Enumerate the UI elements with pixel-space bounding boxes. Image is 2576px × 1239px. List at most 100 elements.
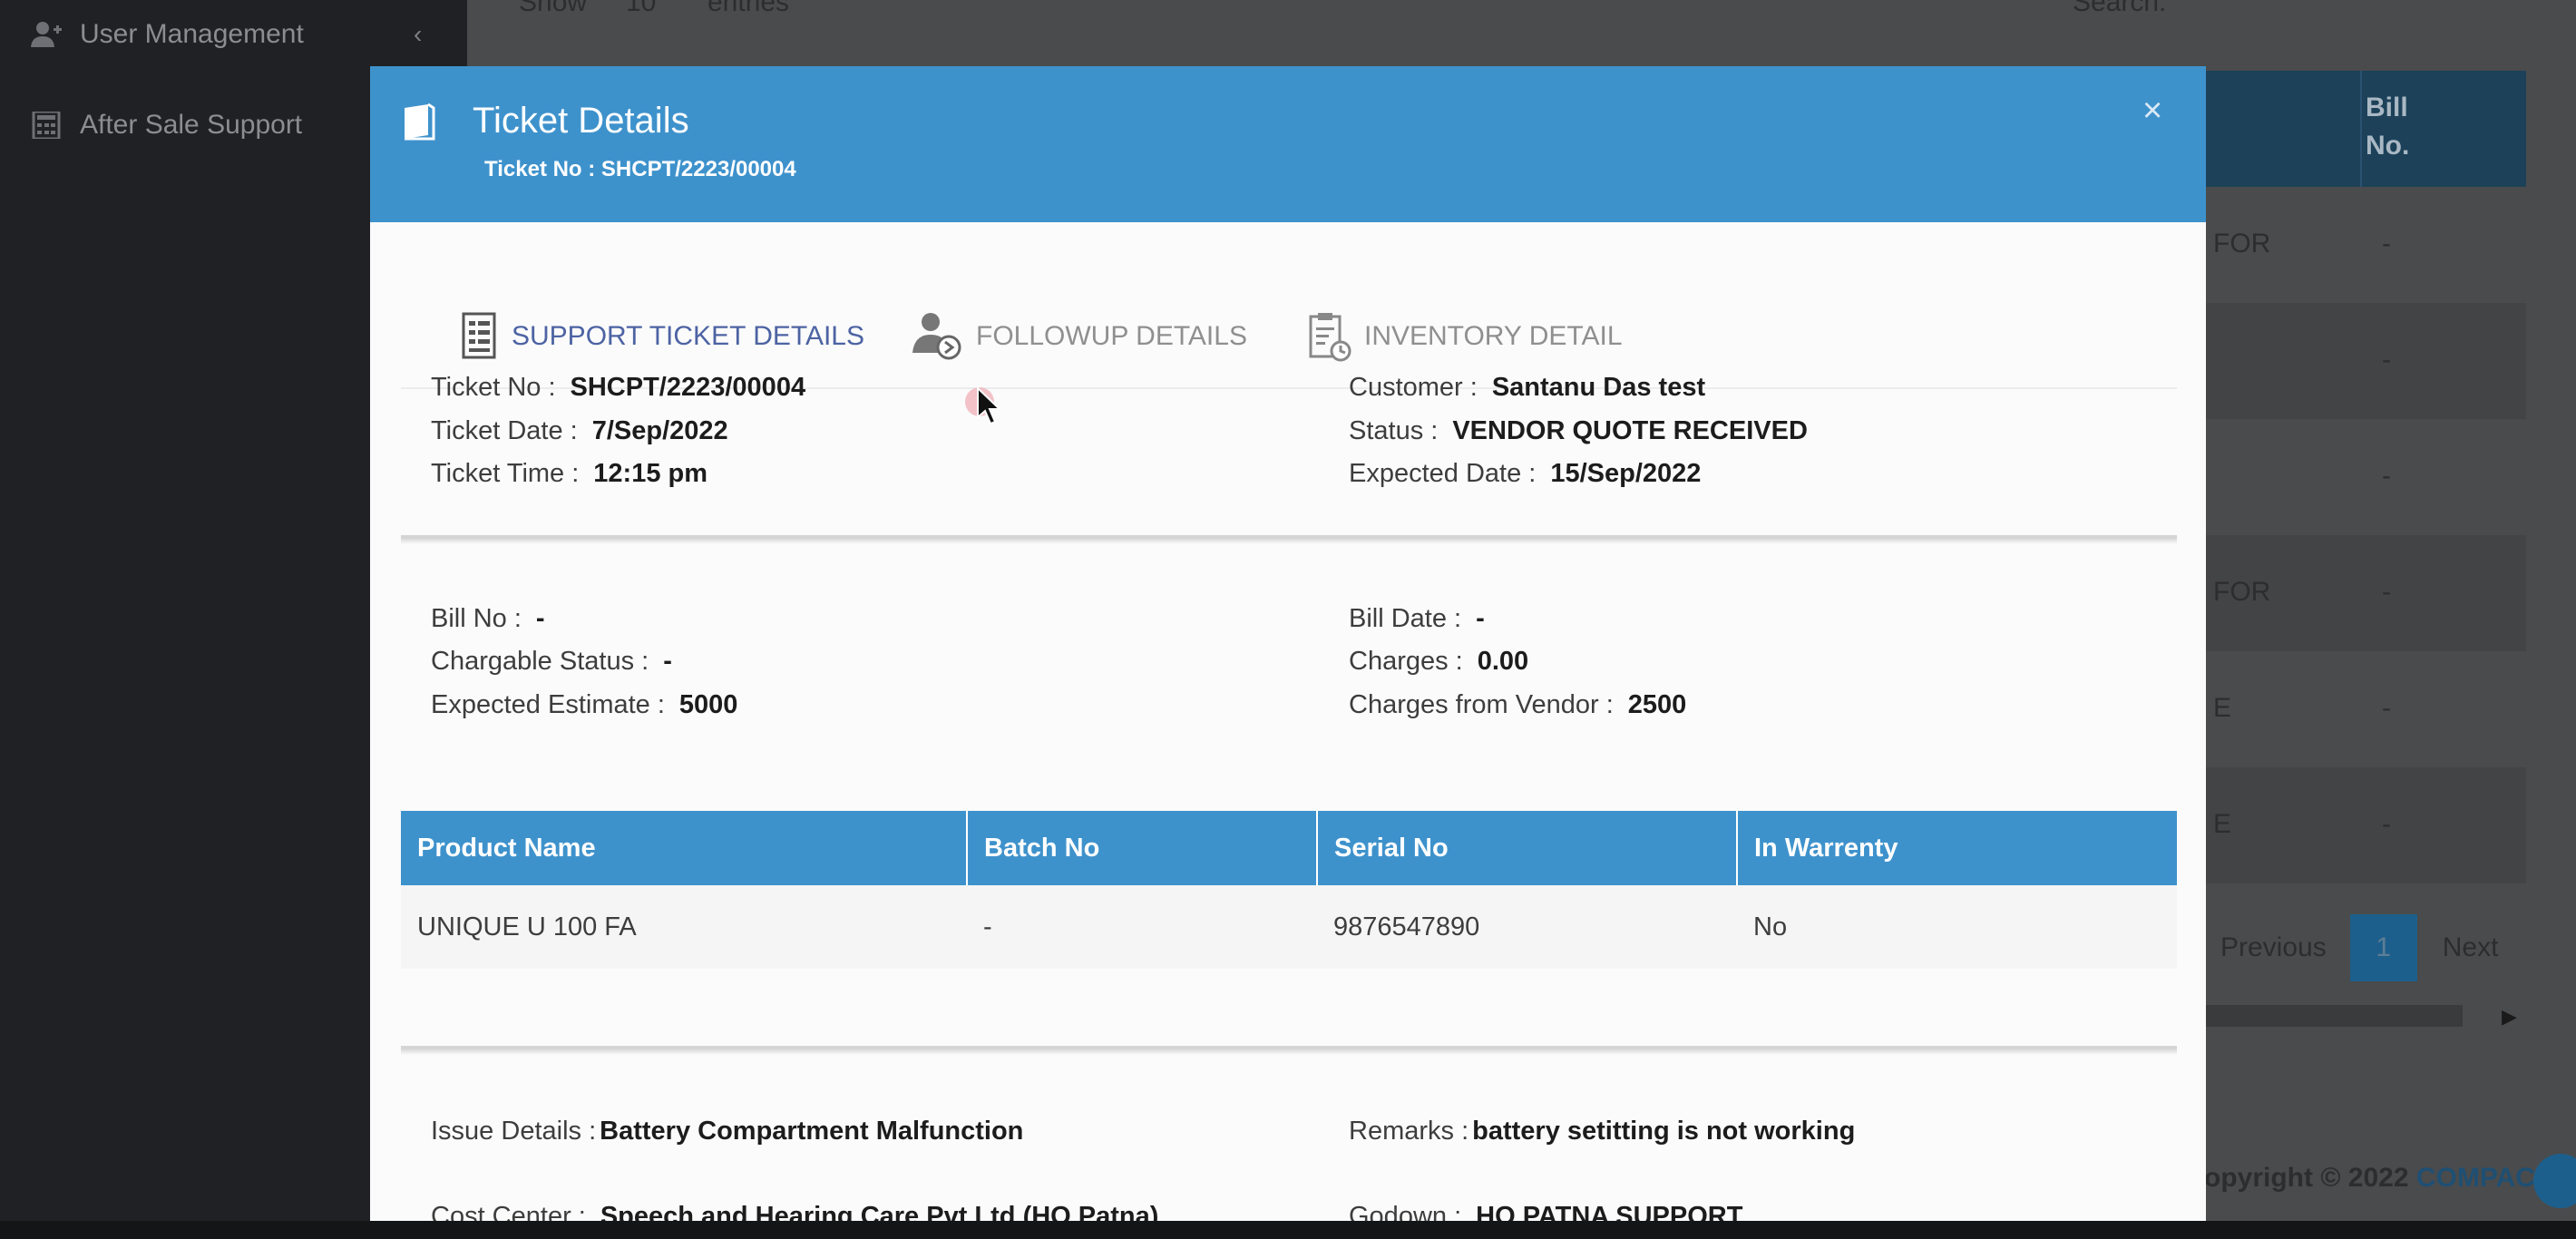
- table-row: -: [2204, 419, 2526, 535]
- field-label: Godown :: [1349, 1202, 1462, 1221]
- table-cell: -: [2382, 345, 2391, 375]
- field-label: Bill No :: [431, 604, 522, 633]
- field-value: 5000: [678, 690, 738, 719]
- column-header-bill-no[interactable]: Bill No.: [2366, 89, 2409, 165]
- sidebar-item-label: User Management: [80, 19, 304, 49]
- cell-in-warrenty: No: [1737, 885, 2177, 969]
- entries-label: entries: [707, 0, 790, 17]
- scroll-right-icon[interactable]: ▶: [2502, 1005, 2517, 1029]
- show-label: Show: [519, 0, 588, 17]
- field-label: Customer :: [1349, 373, 1478, 402]
- field-label: Charges from Vendor :: [1349, 690, 1614, 719]
- field-label: Cost Center :: [431, 1202, 586, 1221]
- section-divider: [401, 1046, 2177, 1055]
- table-cell: FOR: [2213, 229, 2271, 259]
- column-header-batch-no[interactable]: Batch No: [967, 811, 1318, 885]
- chargable-status-field: Chargable Status :-: [431, 647, 672, 677]
- user-plus-icon: [31, 22, 62, 47]
- next-page-button[interactable]: Next: [2443, 932, 2499, 963]
- field-label: Charges :: [1349, 647, 1463, 676]
- field-label: Ticket No :: [431, 373, 556, 402]
- expected-estimate-field: Expected Estimate : 5000: [431, 690, 737, 720]
- table-row: FOR -: [2204, 535, 2526, 651]
- field-label: Bill Date :: [1349, 604, 1462, 633]
- charges-field: Charges : 0.00: [1349, 647, 1528, 677]
- sidebar-item-after-sale-support[interactable]: After Sale Support: [31, 98, 302, 152]
- godown-field: Godown : HQ PATNA SUPPORT: [1349, 1202, 1742, 1221]
- calculator-icon: [32, 112, 61, 139]
- table-row: UNIQUE U 100 FA - 9876547890 No: [401, 885, 2177, 969]
- document-icon: [405, 102, 435, 141]
- field-value: -: [1476, 604, 1485, 633]
- column-divider: [2360, 71, 2362, 187]
- table-cell: -: [2382, 809, 2391, 839]
- tab-support-ticket-details[interactable]: SUPPORT TICKET DETAILS: [461, 311, 864, 362]
- bill-date-field: Bill Date :-: [1349, 604, 1485, 634]
- field-label: Expected Date :: [1349, 459, 1537, 488]
- field-value: SHCPT/2223/00004: [570, 373, 806, 402]
- tab-label: SUPPORT TICKET DETAILS: [512, 321, 865, 351]
- column-header-serial-no[interactable]: Serial No: [1317, 811, 1738, 885]
- table-header-row: Product Name Batch No Serial No In Warre…: [401, 811, 2177, 885]
- close-button[interactable]: ×: [2142, 92, 2162, 131]
- column-header-product-name[interactable]: Product Name: [401, 811, 968, 885]
- issue-details-field: Issue Details : Battery Compartment Malfu…: [431, 1117, 1023, 1146]
- tab-label: FOLLOWUP DETAILS: [976, 321, 1247, 351]
- remarks-field: Remarks : battery setitting is not workin…: [1349, 1117, 1855, 1146]
- entries-length-select[interactable]: 10: [626, 0, 656, 18]
- table-row: FOR -: [2204, 187, 2526, 303]
- table-cell: -: [2382, 461, 2391, 491]
- tab-inventory-detail[interactable]: INVENTORY DETAIL: [1308, 311, 1623, 362]
- expected-date-field: Expected Date : 15/Sep/2022: [1349, 459, 1701, 489]
- table-header: Bill No.: [2204, 71, 2526, 187]
- cell-serial-no: 9876547890: [1317, 885, 1737, 969]
- field-value: battery setitting is not working: [1472, 1117, 1856, 1146]
- bottom-bar: [0, 1221, 2576, 1239]
- field-label: Chargable Status :: [431, 647, 649, 676]
- ticket-time-field: Ticket Time : 12:15 pm: [431, 459, 707, 489]
- products-table: Product Name Batch No Serial No In Warre…: [401, 811, 2177, 969]
- section-divider: [401, 535, 2177, 544]
- ticket-list-icon: [462, 312, 496, 359]
- tab-label: INVENTORY DETAIL: [1364, 321, 1623, 351]
- field-value: 12:15 pm: [593, 459, 708, 488]
- field-label: Status :: [1349, 416, 1439, 445]
- mouse-cursor-icon: [977, 386, 1002, 425]
- cell-product-name: UNIQUE U 100 FA: [401, 885, 967, 969]
- cost-center-field: Cost Center : Speech and Hearing Care Pvt…: [431, 1202, 1158, 1221]
- search-label: Search:: [2073, 0, 2167, 17]
- field-value: 7/Sep/2022: [591, 416, 728, 445]
- tab-bar: SUPPORT TICKET DETAILS FOLLOWUP DETAILS …: [401, 222, 2177, 389]
- user-followup-icon: [912, 313, 961, 360]
- field-label: Issue Details :: [431, 1117, 597, 1146]
- customer-field: Customer : Santanu Das test: [1349, 373, 1705, 403]
- cell-batch-no: -: [967, 885, 1317, 969]
- table-cell: -: [2382, 229, 2391, 259]
- tab-followup-details[interactable]: FOLLOWUP DETAILS: [912, 311, 1247, 362]
- modal-title: Ticket Details: [473, 101, 689, 141]
- modal-subtitle: Ticket No : SHCPT/2223/00004: [484, 157, 796, 181]
- chevron-left-icon[interactable]: ‹: [414, 20, 422, 49]
- field-label: Ticket Date :: [431, 416, 578, 445]
- column-header-in-warrenty[interactable]: In Warrenty: [1737, 811, 2177, 885]
- table-cell: E: [2213, 693, 2232, 723]
- status-field: Status : VENDOR QUOTE RECEIVED: [1349, 416, 1808, 446]
- previous-page-button[interactable]: Previous: [2220, 932, 2327, 963]
- table-cell: -: [2382, 577, 2391, 607]
- table-cell: FOR: [2213, 577, 2271, 607]
- page-1-button[interactable]: 1: [2349, 914, 2417, 981]
- footer-copyright: opyright © 2022 COMPACCT: [2204, 1163, 2571, 1194]
- field-value: -: [663, 647, 672, 676]
- table-row: E -: [2204, 651, 2526, 767]
- table-cell: E: [2213, 809, 2232, 839]
- modal-header: Ticket Details Ticket No : SHCPT/2223/00…: [370, 66, 2206, 222]
- sidebar-item-user-management[interactable]: User Management ‹: [31, 7, 422, 62]
- table-row: -: [2204, 303, 2526, 419]
- ticket-details-modal: Ticket Details Ticket No : SHCPT/2223/00…: [370, 66, 2206, 1221]
- table-cell: -: [2382, 693, 2391, 723]
- horizontal-scrollbar[interactable]: [2204, 1005, 2463, 1027]
- table-row: E -: [2204, 767, 2526, 883]
- field-label: Remarks :: [1349, 1117, 1469, 1146]
- field-value: 15/Sep/2022: [1550, 459, 1702, 488]
- ticket-no-field: Ticket No : SHCPT/2223/00004: [431, 373, 805, 403]
